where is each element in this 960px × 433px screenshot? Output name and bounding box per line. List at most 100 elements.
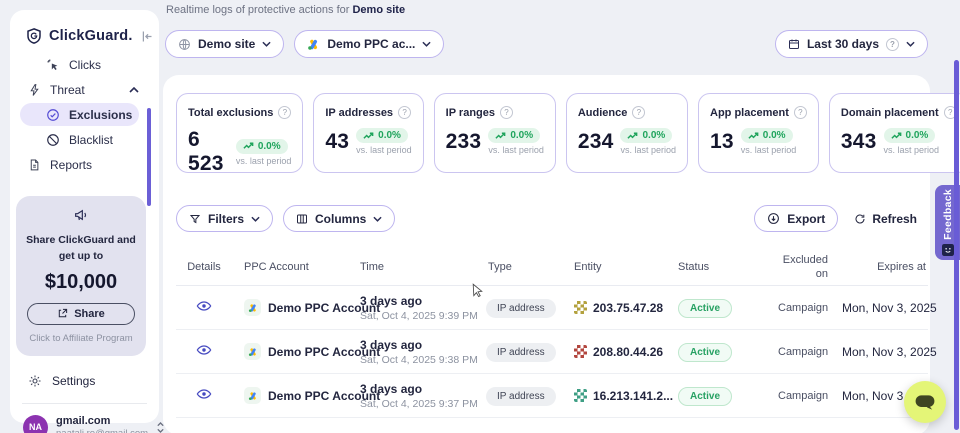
affiliate-promo-card: Share ClickGuard and get up to $10,000 S… [16, 196, 146, 356]
trend-badge: 0.0% [488, 128, 540, 143]
stat-value: 13 [710, 130, 734, 154]
refresh-button[interactable]: Refresh [854, 212, 917, 226]
type-badge: IP address [486, 299, 556, 318]
user-email: naatali.ro@gmail.com [56, 428, 148, 433]
vs-last-period-label: vs. last period [741, 145, 797, 155]
megaphone-icon [72, 207, 90, 223]
delta-value: 0.0% [378, 130, 401, 141]
nav-label: Exclusions [69, 108, 132, 122]
refresh-icon [854, 213, 866, 225]
details-eye-button[interactable] [196, 344, 212, 356]
delta-value: 0.0% [642, 130, 665, 141]
time-relative: 3 days ago [360, 382, 482, 396]
site-selector[interactable]: Demo site [165, 30, 284, 58]
stat-value: 6 523 [188, 128, 229, 176]
table-toolbar: Filters Columns [176, 205, 917, 232]
details-eye-button[interactable] [196, 388, 212, 400]
help-icon[interactable] [278, 106, 291, 119]
sidebar-item-settings[interactable]: Settings [10, 368, 159, 394]
user-menu[interactable]: NA gmail.com naatali.ro@gmail.com [10, 404, 159, 433]
export-button-label: Export [787, 212, 825, 226]
share-button[interactable]: Share [27, 303, 134, 325]
download-icon [767, 212, 780, 225]
columns-icon [296, 213, 308, 225]
delta-value: 0.0% [258, 141, 281, 152]
ppc-account-selector[interactable]: Demo PPC ac... [294, 30, 444, 58]
export-button[interactable]: Export [754, 205, 838, 232]
sidebar-item-reports[interactable]: Reports [10, 152, 159, 177]
exclusions-icon [46, 108, 60, 122]
blacklist-icon [46, 133, 60, 147]
ppc-account-cell: Demo PPC Account [232, 343, 360, 360]
sidebar-scrollbar[interactable] [147, 108, 151, 206]
excluded-on-cell: Campaign [778, 390, 842, 402]
details-eye-button[interactable] [196, 300, 212, 312]
promo-headline: Share ClickGuard and get up to [24, 233, 138, 265]
entity-value: 203.75.47.28 [593, 301, 663, 315]
chevron-down-icon [906, 41, 915, 47]
vs-last-period-label: vs. last period [620, 145, 676, 155]
table-row: Demo PPC Account 3 days ago Sat, Oct 4, … [176, 374, 928, 418]
filters-button[interactable]: Filters [176, 205, 273, 232]
scope-filters: Demo site Demo PPC ac... [165, 30, 444, 58]
chat-launcher-button[interactable] [904, 381, 946, 423]
sidebar-nav: Clicks Threat Exclusi [10, 52, 159, 177]
header-entity: Entity [574, 261, 678, 273]
date-range-selector[interactable]: Last 30 days [775, 30, 928, 58]
trend-badge: 0.0% [356, 128, 408, 143]
sidebar-item-clicks[interactable]: Clicks [10, 52, 159, 77]
sidebar-item-exclusions[interactable]: Exclusions [20, 103, 139, 126]
stat-label: IP addresses [325, 107, 393, 119]
clickguard-logo-icon [25, 27, 43, 45]
feedback-tab-label: Feedback [942, 189, 954, 240]
page-scrollbar[interactable] [954, 60, 959, 430]
ppc-account-cell: Demo PPC Account [232, 299, 360, 316]
excluded-on-cell: Campaign [778, 346, 842, 358]
globe-icon [178, 38, 191, 51]
vs-last-period-label: vs. last period [488, 145, 544, 155]
entity-identicon [574, 389, 587, 402]
filter-funnel-icon [189, 213, 201, 225]
entity-cell: 203.75.47.28 [574, 301, 678, 315]
stat-label: Audience [578, 107, 628, 119]
google-ads-icon [244, 387, 261, 404]
subtitle-target: Demo site [352, 4, 405, 16]
google-ads-icon [244, 299, 261, 316]
help-icon[interactable] [500, 106, 513, 119]
help-icon[interactable] [794, 106, 807, 119]
nav-label: Threat [50, 83, 85, 97]
help-icon[interactable] [886, 38, 899, 51]
ppc-account-cell: Demo PPC Account [232, 387, 360, 404]
columns-button[interactable]: Columns [283, 205, 395, 232]
stat-card-ip-addresses: IP addresses 43 0.0% vs. last period [313, 93, 423, 173]
stat-label: App placement [710, 107, 789, 119]
sidebar-item-threat[interactable]: Threat [10, 77, 159, 102]
site-selector-value: Demo site [198, 37, 255, 51]
help-icon[interactable] [398, 106, 411, 119]
time-absolute: Sat, Oct 4, 2025 9:39 PM [360, 310, 482, 322]
time-absolute: Sat, Oct 4, 2025 9:37 PM [360, 398, 482, 410]
time-relative: 3 days ago [360, 294, 482, 308]
sidebar-item-blacklist[interactable]: Blacklist [10, 127, 159, 152]
stat-card-ip-ranges: IP ranges 233 0.0% vs. last period [434, 93, 556, 173]
chevron-down-icon [373, 216, 382, 222]
affiliate-program-link[interactable]: Click to Affiliate Program [24, 333, 138, 344]
status-badge: Active [678, 343, 732, 362]
type-badge: IP address [486, 343, 556, 362]
stat-value: 343 [841, 130, 877, 154]
sidebar-collapse-icon[interactable] [139, 29, 154, 44]
main-content: Realtime logs of protective actions for … [163, 0, 930, 433]
status-badge: Active [678, 387, 732, 406]
brand-row: ClickGuard. [10, 10, 159, 45]
trend-up-icon [243, 142, 254, 150]
trend-badge: 0.0% [236, 139, 288, 154]
chevron-down-icon [422, 41, 431, 47]
stat-card-audience: Audience 234 0.0% vs. last period [566, 93, 688, 173]
sidebar: ClickGuard. Clicks [10, 10, 159, 423]
table-row: Demo PPC Account 3 days ago Sat, Oct 4, … [176, 286, 928, 330]
time-cell: 3 days ago Sat, Oct 4, 2025 9:37 PM [360, 382, 482, 410]
header-type: Type [482, 261, 574, 273]
help-icon[interactable] [632, 106, 645, 119]
stat-value: 233 [446, 130, 482, 154]
time-cell: 3 days ago Sat, Oct 4, 2025 9:38 PM [360, 338, 482, 366]
